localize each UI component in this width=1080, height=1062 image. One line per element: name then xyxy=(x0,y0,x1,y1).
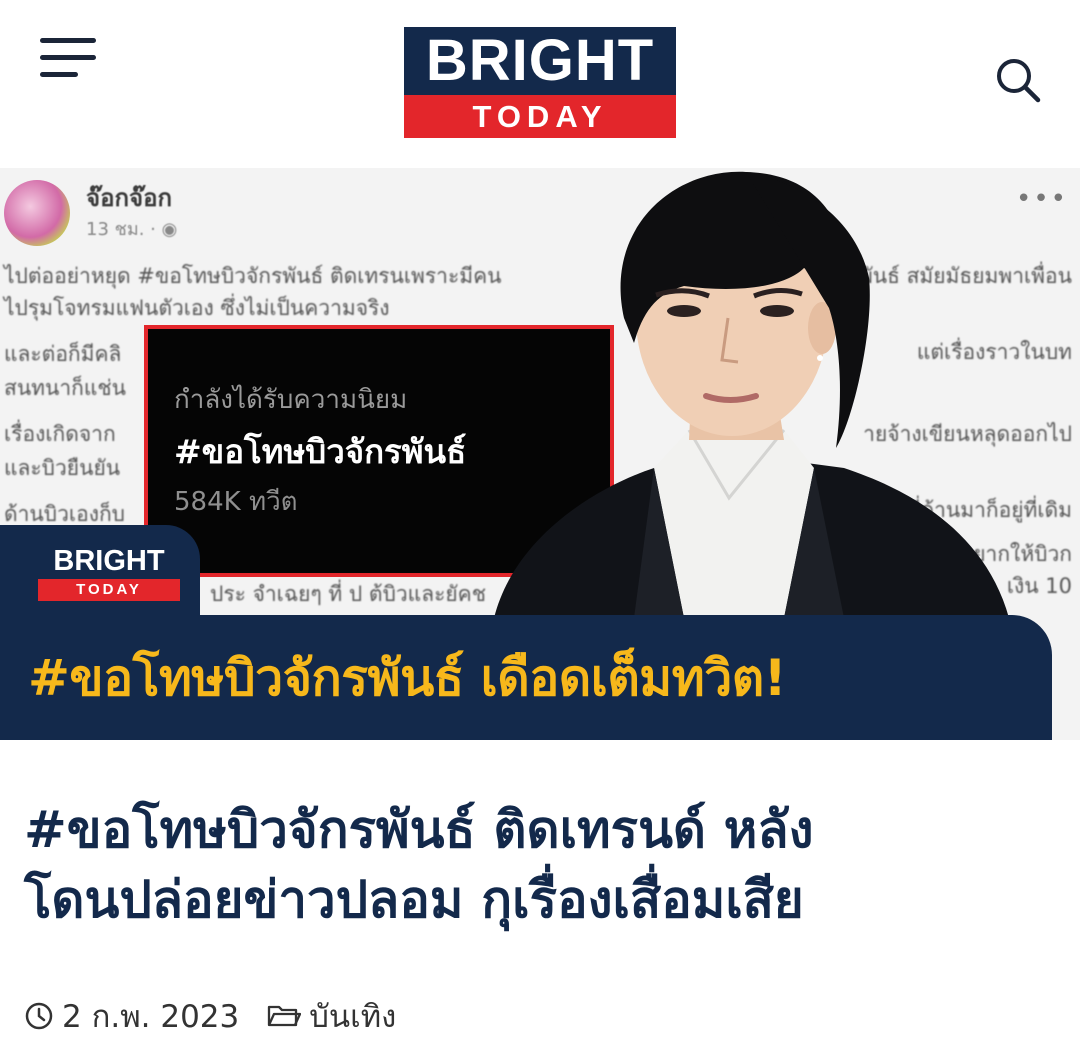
article-title-line: #ขอโทษบิวจักรพันธ์ ติดเทรนด์ หลัง xyxy=(24,801,814,860)
search-icon[interactable] xyxy=(994,56,1042,104)
clock-icon xyxy=(25,1002,53,1030)
fb-author-name: จ๊อกจ๊อก xyxy=(86,184,173,212)
article-category-text: บันเทิง xyxy=(309,999,397,1035)
fb-post-line: เรื่องเกิดจาก xyxy=(4,422,116,446)
fb-post-line: สนทนาก็แช่น xyxy=(4,376,127,400)
trending-label: กำลังได้รับความนิยม xyxy=(174,385,408,415)
tweet-count: 584K ทวีต xyxy=(174,487,298,517)
fb-post-line: ไปต่ออย่าหยุด #ขอโทษบิวจักรพันธ์ ติดเทรน… xyxy=(4,264,502,288)
more-options-icon: ••• xyxy=(1015,184,1068,214)
hero-headline: #ขอโทษบิวจักรพันธ์ เดือดเต็มทวิต! xyxy=(28,649,787,707)
globe-icon: ◉ xyxy=(161,219,178,240)
article-date: 2 ก.พ. 2023 xyxy=(24,991,239,1041)
fb-post-line: ไปรุมโจทรมแฟนตัวเอง ซึ่งไม่เป็นความจริง xyxy=(4,296,390,320)
fb-avatar xyxy=(4,180,70,246)
badge-top-text: BRIGHT xyxy=(53,545,165,577)
article-title[interactable]: #ขอโทษบิวจักรพันธ์ ติดเทรนด์ หลัง โดนปล่… xyxy=(24,796,1054,936)
article-title-line: โดนปล่อยข่าวปลอม กุเรื่องเสื่อมเสีย xyxy=(24,871,804,930)
bright-today-badge: BRIGHT TODAY xyxy=(0,525,200,615)
badge-bottom-text: TODAY xyxy=(38,579,180,601)
person-photo xyxy=(494,171,1009,618)
menu-icon[interactable] xyxy=(40,38,98,82)
logo-top-text: BRIGHT xyxy=(404,27,676,95)
fb-post-line: และบิวยืนยัน xyxy=(4,456,121,480)
article-date-text: 2 ก.พ. 2023 xyxy=(62,999,240,1035)
site-header: BRIGHT TODAY xyxy=(0,0,1080,150)
hero-image[interactable]: จ๊อกจ๊อก 13 ชม. · ◉ ••• ไปต่ออย่าหยุด #ข… xyxy=(0,168,1080,740)
trending-hashtag: #ขอโทษบิวจักรพันธ์ xyxy=(174,432,467,471)
article-meta: 2 ก.พ. 2023 บันเทิง xyxy=(24,996,396,1036)
fb-post-line: ประ จำเฉยๆ ที่ ป ต้บิวและยัคช xyxy=(210,582,486,606)
article-category[interactable]: บันเทิง xyxy=(267,991,396,1041)
folder-icon xyxy=(268,1005,302,1027)
fb-post-line: และต่อก็มีคลิ xyxy=(4,342,122,366)
fb-post-time: 13 ชม. · ◉ xyxy=(86,219,178,240)
site-logo[interactable]: BRIGHT TODAY xyxy=(404,27,676,138)
fb-post-line: เงิน 10 xyxy=(1006,574,1072,598)
logo-bottom-text: TODAY xyxy=(404,95,676,138)
hero-headline-band: #ขอโทษบิวจักรพันธ์ เดือดเต็มทวิต! xyxy=(0,615,1052,740)
